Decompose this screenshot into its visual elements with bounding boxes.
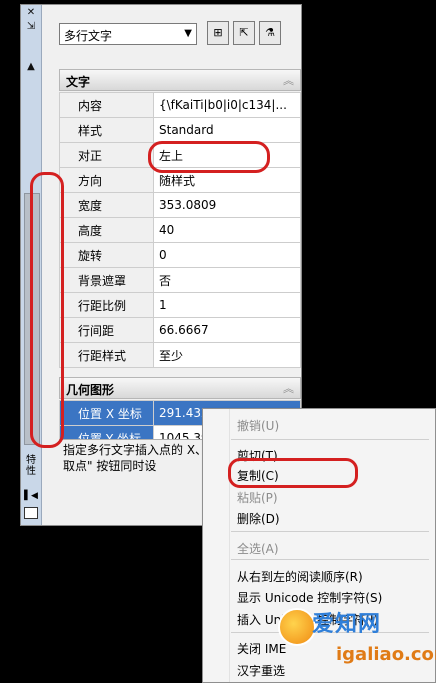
property-value[interactable]: {\fKaiTi|b0|i0|c134|... [153, 92, 301, 118]
properties-icon[interactable]: ▌◀ [24, 491, 38, 503]
property-row[interactable]: 行间距 66.6667 [59, 317, 301, 343]
property-row[interactable]: 高度 40 [59, 217, 301, 243]
site-watermark: 爱知网 igaliao.com [272, 600, 436, 680]
select-objects-button[interactable]: ⇱ [233, 21, 255, 45]
property-name: 行距比例 [59, 292, 154, 318]
pickadd-button[interactable]: ⊞ [207, 21, 229, 45]
palette-toolbar: 多行文字 ▼ ⊞ ⇱ ⚗ [59, 21, 299, 51]
menu-item[interactable]: 删除(D) [237, 510, 280, 527]
property-name: 行距样式 [59, 342, 154, 368]
property-name: 位置 X 坐标 [59, 400, 154, 426]
object-type-dropdown[interactable]: 多行文字 ▼ [59, 23, 197, 45]
property-value[interactable]: 353.0809 [153, 192, 301, 218]
menu-separator [231, 559, 429, 560]
property-value[interactable]: 66.6667 [153, 317, 301, 343]
watermark-logo [278, 608, 316, 646]
property-name: 方向 [59, 167, 154, 193]
property-row[interactable]: 旋转 0 [59, 242, 301, 268]
annotation-oval-copy [228, 458, 358, 488]
window-icon[interactable] [24, 507, 38, 519]
property-row[interactable]: 宽度 353.0809 [59, 192, 301, 218]
watermark-domain: igaliao.com [336, 644, 436, 665]
quick-select-icon: ⚗ [265, 26, 275, 39]
chevron-down-icon: ▼ [184, 28, 192, 39]
property-value[interactable]: 0 [153, 242, 301, 268]
close-x-icon[interactable]: ✕ [23, 7, 39, 18]
annotation-oval-scrollbar [30, 172, 64, 448]
property-name: 样式 [59, 117, 154, 143]
annotation-oval-justify [148, 141, 270, 173]
section-title-text: 文字 [66, 75, 91, 89]
property-name: 宽度 [59, 192, 154, 218]
menu-item[interactable]: 全选(A) [237, 540, 279, 557]
section-header-geometry[interactable]: 几何图形 ︽ [59, 377, 301, 399]
property-value[interactable]: 至少 [153, 342, 301, 368]
menu-item[interactable]: 粘贴(P) [237, 489, 278, 506]
quick-select-button[interactable]: ⚗ [259, 21, 281, 45]
property-row[interactable]: 行距比例 1 [59, 292, 301, 318]
menu-item[interactable]: 从右到左的阅读顺序(R) [237, 568, 363, 585]
property-value[interactable]: 1 [153, 292, 301, 318]
property-value[interactable]: Standard [153, 117, 301, 143]
menu-separator [231, 439, 429, 440]
collapse-chevron-icon[interactable]: ︽ [283, 72, 294, 88]
section-header-text[interactable]: 文字 ︽ [59, 69, 301, 91]
property-row[interactable]: 背景遮罩否 [59, 267, 301, 293]
property-name: 对正 [59, 142, 154, 168]
object-type-value: 多行文字 [64, 29, 113, 43]
watermark-name: 爱知网 [312, 612, 382, 637]
settings-triangle-icon[interactable]: ▲ [23, 61, 39, 72]
property-row[interactable]: 行距样式 至少 [59, 342, 301, 368]
property-value[interactable]: 40 [153, 217, 301, 243]
property-name: 背景遮罩 [59, 267, 154, 293]
select-objects-icon: ⇱ [239, 26, 249, 39]
menu-item[interactable]: 撤销(U) [237, 417, 279, 434]
property-row[interactable]: 内容 {\fKaiTi|b0|i0|c134|... [59, 92, 301, 118]
menu-separator [231, 531, 429, 532]
property-value[interactable]: 否 [153, 267, 301, 293]
property-row[interactable]: 样式 Standard [59, 117, 301, 143]
autohide-pin-icon[interactable]: ⇲ [23, 21, 39, 32]
property-name: 内容 [59, 92, 154, 118]
property-name: 旋转 [59, 242, 154, 268]
palette-vertical-title: 特性 [26, 455, 36, 477]
menu-gutter [229, 409, 230, 682]
property-name: 行间距 [59, 317, 154, 343]
property-name: 高度 [59, 217, 154, 243]
text-properties-table: 内容 {\fKaiTi|b0|i0|c134|... 样式 Standard 对正 左上方… [59, 92, 301, 368]
section-title-geometry: 几何图形 [66, 383, 115, 397]
collapse-chevron-icon[interactable]: ︽ [283, 380, 294, 396]
pickadd-icon: ⊞ [213, 26, 223, 39]
